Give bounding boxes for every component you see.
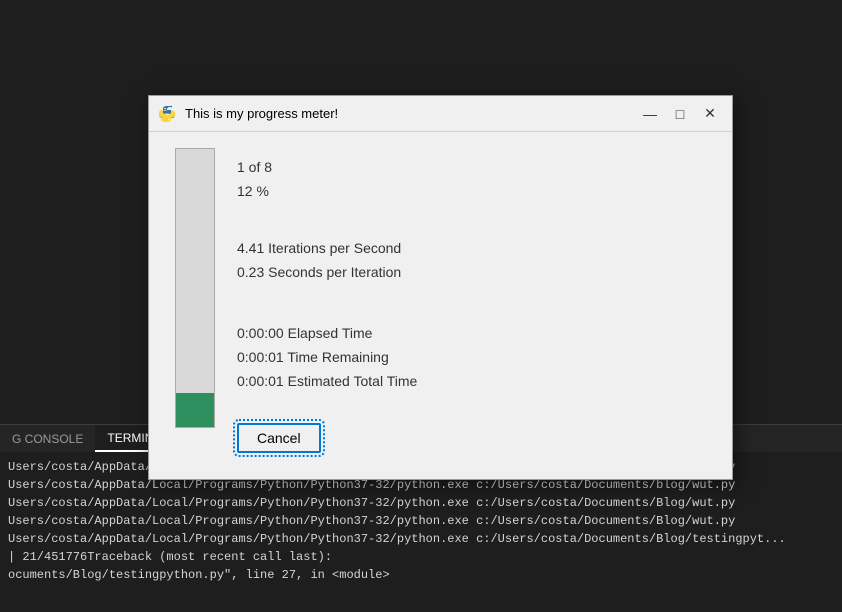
terminal-text: | 21/451776Traceback (most recent call l…	[8, 550, 332, 564]
titlebar-buttons: — □ ✕	[636, 102, 724, 126]
seconds-per-iter: 0.23 Seconds per Iteration	[237, 261, 712, 285]
python-icon	[157, 104, 177, 124]
tab-debug-console[interactable]: G CONSOLE	[0, 425, 95, 452]
progress-bar-track	[175, 148, 215, 428]
maximize-button[interactable]: □	[666, 102, 694, 126]
dialog-title: This is my progress meter!	[185, 106, 636, 121]
terminal-line: Users/costa/AppData/Local/Programs/Pytho…	[8, 530, 834, 548]
progress-bar-container	[169, 148, 221, 463]
tab-debug-console-label: G CONSOLE	[12, 432, 83, 446]
cancel-button[interactable]: Cancel	[237, 423, 321, 453]
terminal-text: Users/costa/AppData/Local/Programs/Pytho…	[8, 478, 735, 492]
terminal-line: Users/costa/AppData/Local/Programs/Pytho…	[8, 512, 834, 530]
dialog-stats: 1 of 8 12 % 4.41 Iterations per Second 0…	[237, 148, 712, 463]
terminal-text: Users/costa/AppData/Local/Programs/Pytho…	[8, 514, 735, 528]
iterations-per-sec: 4.41 Iterations per Second	[237, 237, 712, 261]
terminal-line: Users/costa/AppData/Local/Programs/Pytho…	[8, 494, 834, 512]
terminal-line: | 21/451776Traceback (most recent call l…	[8, 548, 834, 566]
time-remaining: 0:00:01 Time Remaining	[237, 346, 712, 370]
stats-counts-group: 1 of 8 12 %	[237, 156, 712, 204]
dialog-window: This is my progress meter! — □ ✕ 1 of 8 …	[148, 95, 733, 480]
stats-speed-group: 4.41 Iterations per Second 0.23 Seconds …	[237, 237, 712, 285]
progress-bar-fill	[176, 393, 214, 427]
dialog-titlebar: This is my progress meter! — □ ✕	[149, 96, 732, 132]
terminal-text: Users/costa/AppData/Local/Programs/Pytho…	[8, 496, 735, 510]
cancel-area: Cancel	[237, 423, 712, 463]
minimize-button[interactable]: —	[636, 102, 664, 126]
terminal-text: ocuments/Blog/testingpython.py", line 27…	[8, 568, 390, 582]
terminal-line: ocuments/Blog/testingpython.py", line 27…	[8, 566, 834, 584]
dialog-content: 1 of 8 12 % 4.41 Iterations per Second 0…	[149, 132, 732, 479]
elapsed-time: 0:00:00 Elapsed Time	[237, 322, 712, 346]
count-label: 1 of 8	[237, 156, 712, 180]
close-button[interactable]: ✕	[696, 102, 724, 126]
terminal-text: Users/costa/AppData/Local/Programs/Pytho…	[8, 532, 786, 546]
stats-time-group: 0:00:00 Elapsed Time 0:00:01 Time Remain…	[237, 322, 712, 393]
estimated-total: 0:00:01 Estimated Total Time	[237, 370, 712, 394]
percent-label: 12 %	[237, 180, 712, 204]
